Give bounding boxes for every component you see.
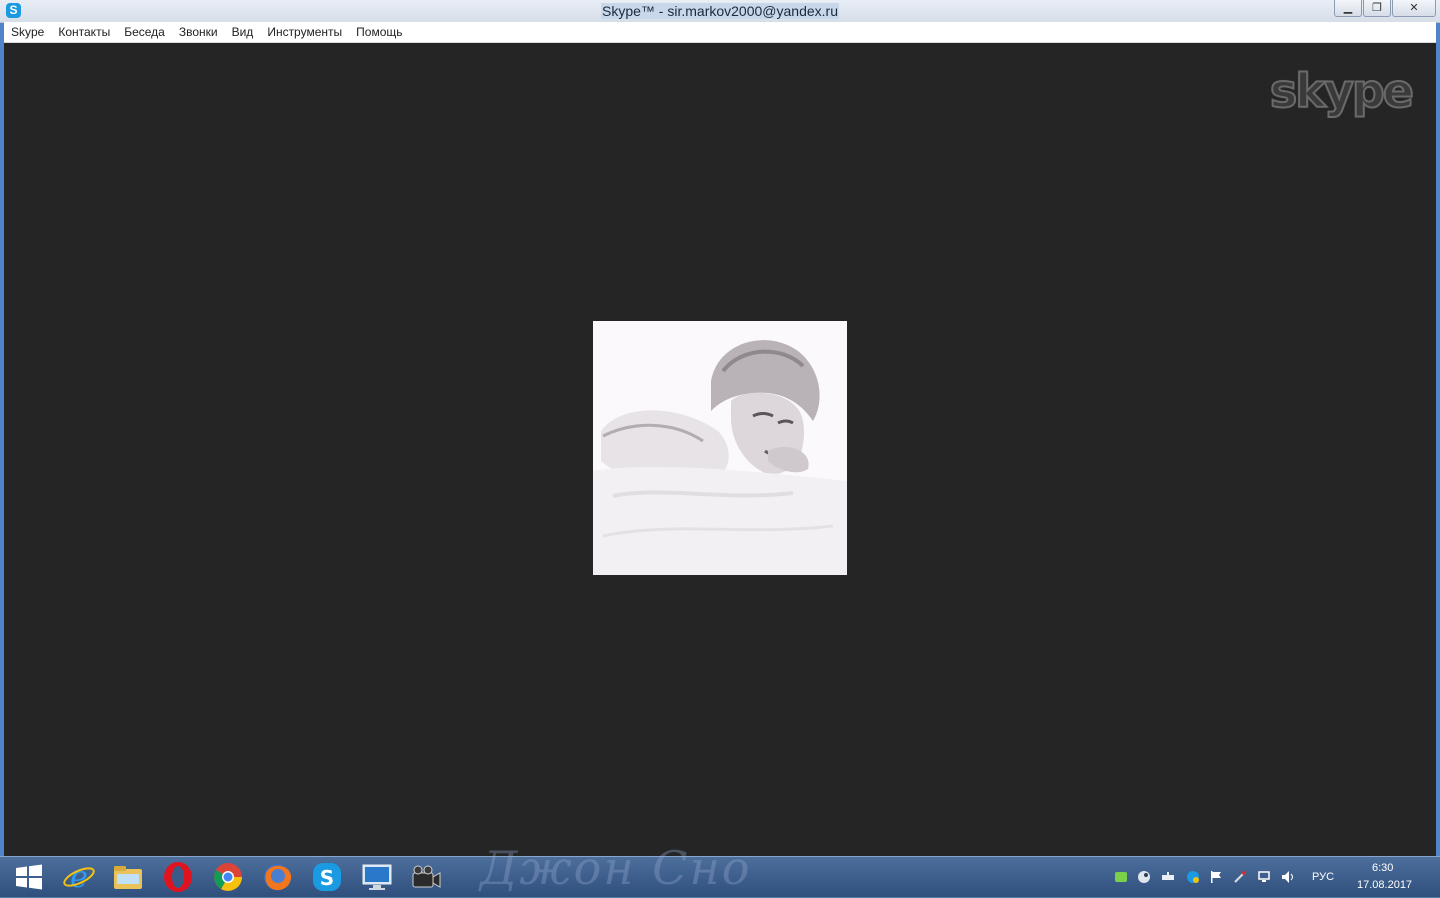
clock-time[interactable]: 6:30 (1372, 862, 1393, 875)
tools-icon[interactable] (1233, 870, 1247, 884)
menu-view[interactable]: Вид (225, 22, 261, 42)
tray-green-app-icon[interactable] (1114, 870, 1128, 884)
internet-explorer-icon[interactable]: e (62, 860, 96, 895)
network-icon[interactable] (1257, 870, 1271, 884)
restore-button[interactable]: ❐ (1363, 0, 1391, 17)
window-title: Skype™ - sir.markov2000@yandex.ru (601, 3, 839, 19)
minimize-button[interactable]: ▁ (1334, 0, 1362, 17)
flag-icon[interactable] (1209, 870, 1223, 884)
window-controls: ▁ ❐ ✕ (1333, 0, 1436, 18)
language-indicator[interactable]: РУС (1312, 870, 1334, 884)
skype-watermark-logo: skype (1269, 64, 1415, 118)
call-video-area[interactable]: skype (4, 43, 1436, 856)
menu-help[interactable]: Помощь (349, 22, 409, 42)
network-device-icon[interactable] (1161, 870, 1175, 884)
windows-logo-icon[interactable] (12, 861, 46, 893)
svg-text:S: S (320, 866, 334, 890)
menu-contacts[interactable]: Контакты (51, 22, 117, 42)
firefox-icon[interactable] (260, 861, 294, 893)
close-button[interactable]: ✕ (1392, 0, 1436, 17)
skype-icon[interactable]: S (310, 861, 344, 893)
menu-calls[interactable]: Звонки (172, 22, 225, 42)
opera-icon[interactable] (161, 861, 195, 893)
menu-bar: Skype Контакты Беседа Звонки Вид Инструм… (4, 22, 1436, 43)
menu-conversation[interactable]: Беседа (117, 22, 172, 42)
svg-text:e: e (70, 861, 88, 893)
chrome-icon[interactable] (211, 861, 245, 893)
skype-tray-icon[interactable] (1186, 870, 1200, 884)
camera-icon[interactable] (409, 861, 443, 893)
contact-avatar (593, 321, 847, 575)
skype-window: S Skype™ - sir.markov2000@yandex.ru ▁ ❐ … (0, 0, 1440, 856)
menu-tools[interactable]: Инструменты (260, 22, 349, 42)
volume-icon[interactable] (1281, 870, 1295, 884)
clock-date[interactable]: 17.08.2017 (1357, 879, 1412, 892)
steam-icon[interactable] (1137, 870, 1151, 884)
folder-icon[interactable] (111, 861, 145, 893)
title-bar[interactable]: S Skype™ - sir.markov2000@yandex.ru ▁ ❐ … (0, 0, 1440, 23)
contact-avatar-photo (593, 321, 847, 575)
monitor-icon[interactable] (360, 861, 394, 893)
menu-skype[interactable]: Skype (4, 22, 51, 42)
taskbar: Джон Сно e S РУС 6:30 17.08.2017 (0, 843, 1440, 897)
